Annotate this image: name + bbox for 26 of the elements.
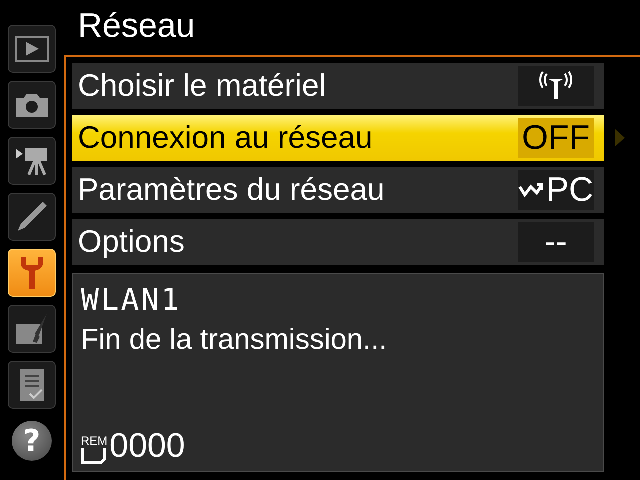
menu-tab[interactable] [8, 137, 56, 185]
movie-camera-icon [15, 145, 49, 177]
antenna-icon [537, 71, 575, 101]
menu-tab[interactable] [8, 81, 56, 129]
menu-tab[interactable] [8, 193, 56, 241]
setting-value: PC [518, 170, 594, 210]
menu-title: Réseau [77, 6, 196, 47]
menu-tab[interactable] [8, 25, 56, 73]
status-message: Fin de la transmission... [81, 323, 388, 358]
menu-tab[interactable] [8, 305, 56, 353]
menu-tab[interactable] [8, 361, 56, 409]
remaining-label: REM [81, 435, 108, 447]
remaining-count: 0000 [110, 427, 186, 465]
playback-icon [15, 36, 49, 62]
card-icon [81, 447, 107, 465]
help-button[interactable]: ? [12, 421, 52, 461]
pencil-icon [15, 200, 49, 234]
menu-item[interactable]: Paramètres du réseau PC [72, 167, 604, 213]
menu-item[interactable]: Options -- [72, 219, 604, 265]
arrow-icon [614, 128, 626, 148]
camera-icon [15, 92, 49, 118]
setting-value: OFF [518, 118, 594, 158]
setting-value: -- [518, 222, 594, 262]
profile-name: WLAN1 [81, 282, 182, 320]
menu-item[interactable]: Choisir le matériel [72, 63, 604, 109]
connection-icon [518, 181, 544, 199]
